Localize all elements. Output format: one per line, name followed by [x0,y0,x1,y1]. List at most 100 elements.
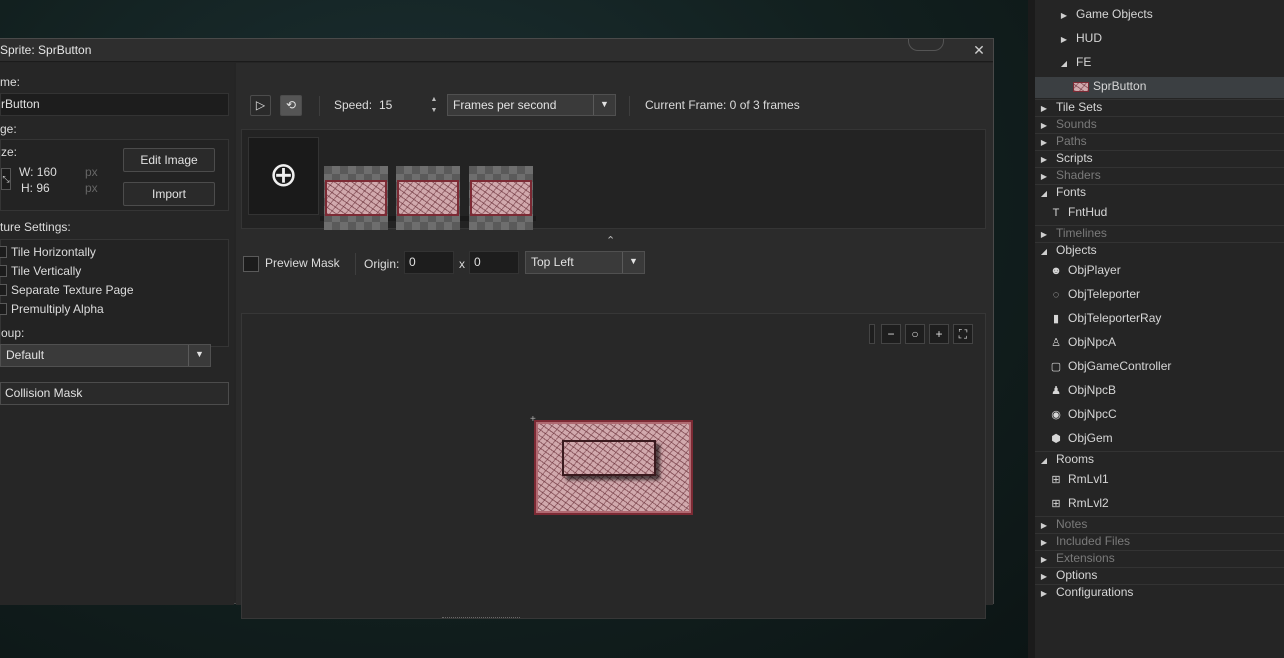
tree-item-sounds[interactable]: ▶ Sounds [1038,117,1097,134]
tree-item-options[interactable]: ▶ Options [1038,568,1097,585]
loop-toggle-button[interactable]: ⟲ [280,95,302,116]
sprite-name-input[interactable]: rButton [0,93,229,116]
edit-image-button[interactable]: Edit Image [123,148,215,172]
zoom-reset-icon[interactable]: ○ [905,324,925,344]
chevron-right-icon[interactable]: ▶ [1038,572,1050,581]
tree-item-extensions[interactable]: ▶ Extensions [1038,551,1115,568]
chevron-right-icon[interactable]: ▶ [1038,538,1050,547]
tree-item-objnpcc[interactable]: ◉ ObjNpcC [1048,407,1117,424]
chevron-right-icon[interactable]: ▶ [1038,555,1050,564]
sprite-frames-panel: ▷ ⟲ Speed: 15 ▲ ▼ Frames per second ▼ Cur… [236,63,993,619]
tree-item-scripts[interactable]: ▶ Scripts [1038,151,1093,168]
frame-thumbnail-3[interactable] [469,166,533,230]
tree-item-label: SprButton [1093,79,1147,93]
tree-item-objnpca[interactable]: ♙ ObjNpcA [1048,335,1116,352]
close-icon[interactable]: ✕ [971,42,987,58]
tile-horizontally-checkbox[interactable] [0,246,7,258]
tree-item-tile-sets[interactable]: ▶ Tile Sets [1038,100,1102,117]
zoom-out-icon[interactable]: − [881,324,901,344]
image-label: ge: [0,122,17,136]
origin-preset-dropdown[interactable]: Top Left ▼ [525,251,645,274]
add-frame-button[interactable]: ⊕ [248,137,319,215]
tree-item-fe[interactable]: ◢ FE [1058,55,1091,72]
tree-item-paths[interactable]: ▶ Paths [1038,134,1087,151]
collapse-chevron-icon[interactable]: ⌃ [606,234,615,247]
window-titlebar[interactable]: Sprite: SprButton ✕ [0,39,993,62]
tree-item-label: Included Files [1056,534,1131,548]
collision-mask-button[interactable]: Collision Mask [0,382,229,405]
speed-input[interactable]: 15 [374,94,426,116]
chevron-right-icon[interactable]: ▶ [1038,138,1050,147]
resize-icon[interactable]: ⤡ [1,168,11,190]
tree-item-configurations[interactable]: ▶ Configurations [1038,585,1133,602]
tree-item-fnthud[interactable]: T FntHud [1048,205,1108,222]
chevron-right-icon[interactable]: ▶ [1038,172,1050,181]
chevron-down-icon[interactable]: ◢ [1038,456,1050,465]
texture-settings-label: ture Settings: [0,220,71,234]
group-label: oup: [1,326,25,340]
chevron-right-icon[interactable]: ▶ [1038,230,1050,239]
tree-divider [1032,133,1284,134]
zoom-toolbar-grip[interactable] [869,324,875,344]
frame-thumbnail-1[interactable] [324,166,388,230]
tree-item-rmlvl1[interactable]: ⊞ RmLvl1 [1048,472,1108,489]
tree-item-objplayer[interactable]: ☻ ObjPlayer [1048,263,1120,280]
tree-item-rmlvl2[interactable]: ⊞ RmLvl2 [1048,496,1108,513]
chevron-right-icon[interactable]: ▶ [1038,121,1050,130]
fullscreen-icon[interactable]: ⛶ [953,324,973,344]
tree-item-fonts[interactable]: ◢ Fonts [1038,185,1086,202]
chevron-down-icon[interactable]: ◢ [1058,59,1070,68]
sprite-button-shape [562,440,656,476]
current-frame-label: Current Frame: 0 of 3 frames [645,98,800,112]
tree-item-label: ObjNpcB [1068,383,1117,398]
sprite-canvas[interactable]: − ○ + ⛶ + [241,313,986,619]
chevron-right-icon[interactable]: ▶ [1058,35,1070,44]
tree-item-included-files[interactable]: ▶ Included Files [1038,534,1130,551]
chevron-right-icon[interactable]: ▶ [1038,104,1050,113]
tree-item-sprbutton[interactable]: SprButton [1032,77,1284,98]
import-button[interactable]: Import [123,182,215,206]
chevron-right-icon[interactable]: ▶ [1058,11,1070,20]
tree-item-objgamecontroller[interactable]: ▢ ObjGameController [1048,359,1172,376]
tree-item-objects[interactable]: ◢ Objects [1038,243,1097,260]
play-button[interactable]: ▷ [250,95,271,116]
tile-horizontally-label: Tile Horizontally [11,245,96,259]
chevron-down-icon[interactable]: ◢ [1038,189,1050,198]
tree-item-objnpcb[interactable]: ♟ ObjNpcB [1048,383,1116,400]
premultiply-alpha-label: Premultiply Alpha [11,302,104,316]
speed-stepper[interactable]: ▲ ▼ [428,94,440,116]
chevron-right-icon[interactable]: ▶ [1038,521,1050,530]
tree-item-rooms[interactable]: ◢ Rooms [1038,452,1094,469]
tree-item-objteleporterray[interactable]: ▮ ObjTeleporterRay [1048,311,1161,328]
tile-vertically-checkbox[interactable] [0,265,7,277]
toolbar-separator [319,96,320,116]
resize-grip[interactable] [442,617,520,620]
tree-divider [1032,99,1284,100]
chevron-right-icon[interactable]: ▶ [1038,155,1050,164]
tree-item-objgem[interactable]: ⬢ ObjGem [1048,431,1113,448]
tree-item-timelines[interactable]: ▶ Timelines [1038,226,1107,243]
zoom-in-icon[interactable]: + [929,324,949,344]
preview-mask-checkbox[interactable] [243,256,259,272]
objplayer-icon: ☻ [1050,265,1062,277]
tree-item-label: FE [1076,55,1092,69]
tree-item-objteleporter[interactable]: ◌ ObjTeleporter [1048,287,1140,304]
separate-texture-page-checkbox[interactable] [0,284,7,296]
chevron-right-icon[interactable]: ▶ [1038,589,1050,598]
tree-item-notes[interactable]: ▶ Notes [1038,517,1087,534]
tree-item-label: Paths [1056,134,1087,148]
origin-x-input[interactable]: 0 [404,251,454,274]
tree-item-shaders[interactable]: ▶ Shaders [1038,168,1101,185]
speed-unit-dropdown[interactable]: Frames per second ▼ [447,94,616,116]
tree-item-game-objects[interactable]: ▶ Game Objects [1058,7,1153,24]
premultiply-alpha-checkbox[interactable] [0,303,7,315]
panel-splitter[interactable] [1032,0,1035,658]
group-dropdown[interactable]: Default ▼ [0,344,211,367]
tree-item-hud[interactable]: ▶ HUD [1058,31,1102,48]
tree-divider [1032,184,1284,185]
origin-y-input[interactable]: 0 [469,251,519,274]
frame-thumbnail-2[interactable] [396,166,460,230]
chevron-down-icon[interactable]: ◢ [1038,247,1050,256]
tree-item-label: ObjTeleporterRay [1068,311,1162,326]
tree-item-label: Sounds [1056,117,1097,131]
